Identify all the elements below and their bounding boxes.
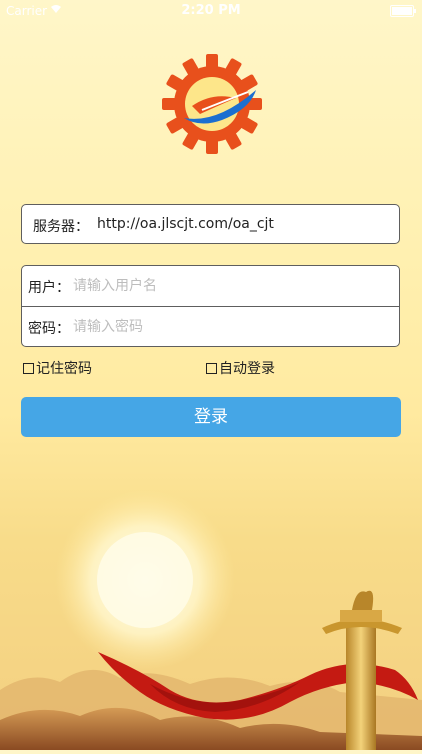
server-field[interactable]: 服务器： http://oa.jlscjt.com/oa_cjt — [21, 204, 400, 244]
server-url-value[interactable]: http://oa.jlscjt.com/oa_cjt — [97, 216, 274, 232]
username-row: 用户： — [22, 266, 399, 306]
checkbox-icon — [23, 363, 34, 374]
remember-password-checkbox[interactable]: 记住密码 — [23, 358, 92, 378]
password-row: 密码： — [22, 306, 399, 347]
auto-login-checkbox[interactable]: 自动登录 — [206, 358, 275, 378]
auto-login-label: 自动登录 — [219, 361, 275, 377]
username-label: 用户： — [28, 280, 70, 296]
status-bar: Carrier 2:20 PM — [0, 0, 422, 22]
status-time: 2:20 PM — [181, 3, 241, 18]
remember-password-label: 记住密码 — [36, 361, 92, 377]
username-input[interactable] — [71, 271, 395, 301]
login-button[interactable]: 登录 — [21, 397, 401, 437]
checkbox-icon — [206, 363, 217, 374]
password-label: 密码： — [28, 321, 70, 337]
password-input[interactable] — [71, 312, 395, 342]
server-label: 服务器： — [33, 219, 89, 235]
company-logo — [162, 54, 262, 154]
battery-icon — [390, 5, 416, 17]
credentials-box: 用户： 密码： — [21, 265, 400, 347]
background-scene — [0, 470, 422, 750]
